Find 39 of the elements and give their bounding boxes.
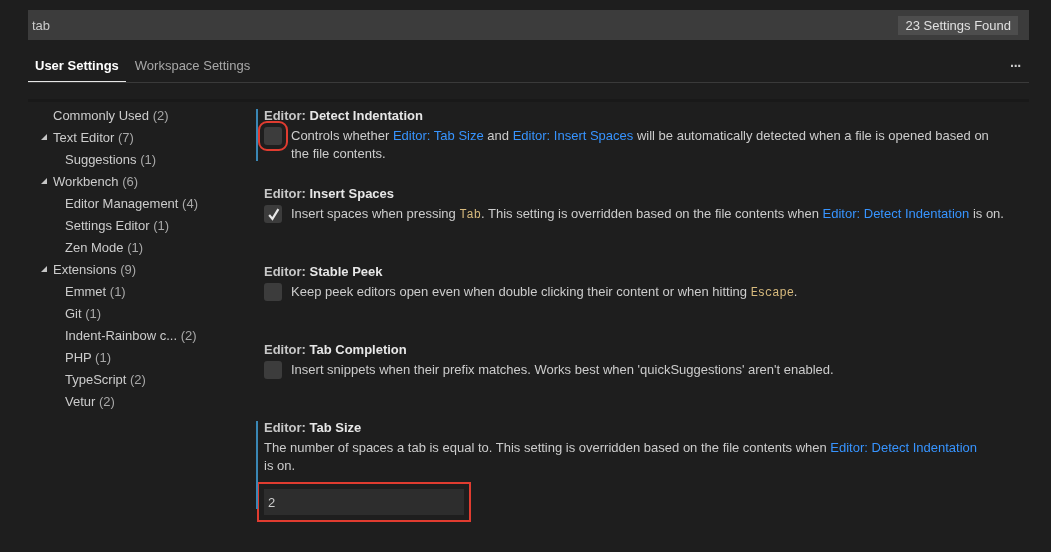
result-count-badge: 23 Settings Found [898,16,1018,35]
toc-item[interactable]: Editor Management (4) [60,195,198,211]
setting-description: Insert spaces when pressing Tab. This setting is overridden based on the file contents when Editor: Detect Indentation is on. [291,205,1004,224]
toc-item[interactable]: Vetur (2) [60,393,115,409]
setting-link[interactable]: Editor: Detect Indentation [822,206,970,221]
setting-title: Editor: Detect Indentation [264,108,424,123]
checkbox[interactable] [264,283,282,301]
toc-item[interactable]: Workbench (6) [48,173,139,189]
setting-link[interactable]: Editor: Insert Spaces [512,128,634,143]
setting-title: Editor: Tab Completion [264,342,408,357]
toc-item[interactable]: Text Editor (7) [48,129,134,145]
more-actions-button[interactable]: ··· [1002,50,1029,82]
settings-tab[interactable]: User Settings [28,50,126,82]
setting-description: Controls whether Editor: Tab Size and Editor: Insert Spaces will be automatically detected when a file is opened based on the file contents. [291,127,990,163]
setting-description: Insert snippets when their prefix matches. Works best when 'quickSuggestions' aren't enabled. [291,361,834,379]
settings-tab[interactable]: Workspace Settings [127,50,258,82]
expanded-triangle-icon[interactable] [41,134,47,140]
expanded-triangle-icon[interactable] [41,266,47,272]
toc-item[interactable]: Emmet (1) [60,283,126,299]
checkbox[interactable] [264,361,282,379]
toc-item[interactable]: Git (1) [60,305,102,321]
setting-description: The number of spaces a tab is equal to. This setting is overridden based on the file contents when Editor: Detect Indentation is on. [264,439,979,475]
number-input[interactable]: 2 [264,489,464,515]
toc-item[interactable]: Indent-Rainbow c... (2) [60,327,197,343]
toc-item[interactable]: Settings Editor (1) [60,217,170,233]
setting-link[interactable]: Editor: Detect Indentation [830,440,978,455]
setting-title: Editor: Insert Spaces [264,186,396,201]
toc-item[interactable]: Commonly Used (2) [48,107,169,123]
toc-item[interactable]: Zen Mode (1) [60,239,144,255]
setting-title: Editor: Stable Peek [264,264,384,279]
toc-item[interactable]: Suggestions (1) [60,151,157,167]
setting-description: Keep peek editors open even when double clicking their content or when hitting Escape. [291,283,798,302]
expanded-triangle-icon[interactable] [41,178,47,184]
toc-item[interactable]: PHP (1) [60,349,111,365]
setting-title: Editor: Tab Size [264,420,363,435]
toc-item[interactable]: Extensions (9) [48,261,137,277]
checkbox[interactable] [264,205,282,223]
setting-link[interactable]: Editor: Tab Size [392,128,484,143]
toc-item[interactable]: TypeScript (2) [60,371,146,387]
